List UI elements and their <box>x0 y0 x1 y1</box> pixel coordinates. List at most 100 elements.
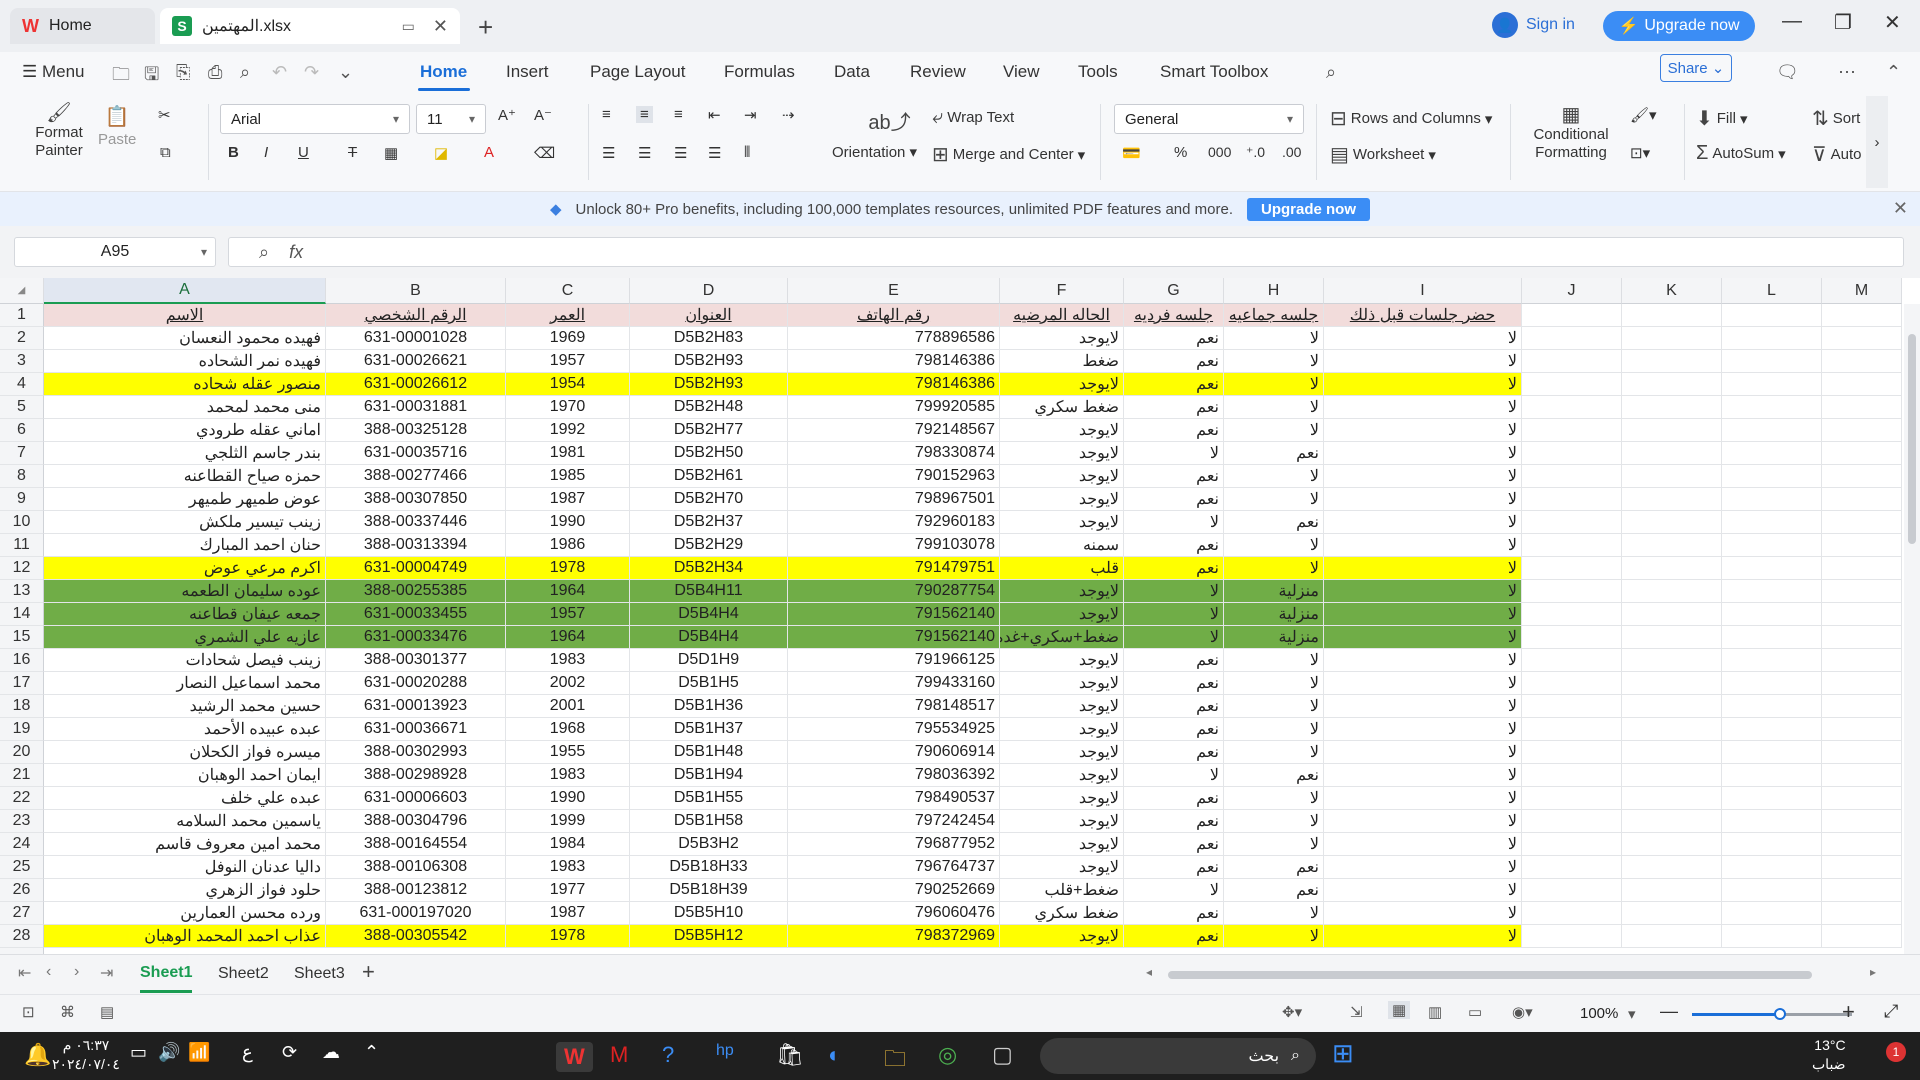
increase-indent-icon[interactable]: ⇥ <box>744 106 757 124</box>
cell[interactable] <box>1722 603 1822 626</box>
macro-icon[interactable]: ⌘ <box>60 1003 75 1021</box>
cell[interactable]: 790152963 <box>788 465 1000 488</box>
cell[interactable] <box>1522 649 1622 672</box>
row-header[interactable]: 13 <box>0 580 44 603</box>
cell[interactable]: 798967501 <box>788 488 1000 511</box>
myhp-icon[interactable]: hp <box>716 1042 734 1060</box>
cell[interactable] <box>1822 580 1902 603</box>
cell[interactable] <box>1722 557 1822 580</box>
ribbon-scroll-right-icon[interactable]: › <box>1866 96 1888 188</box>
font-color-icon[interactable]: A <box>484 144 494 161</box>
autosum-button[interactable]: Σ AutoSum ▾ <box>1696 142 1786 165</box>
cell[interactable]: نعم <box>1124 695 1224 718</box>
normal-view-icon[interactable]: ▦ <box>1388 1001 1411 1019</box>
menu-button[interactable]: ☰ Menu <box>22 62 85 82</box>
cell[interactable] <box>1522 672 1622 695</box>
row-header[interactable]: 1 <box>0 304 44 327</box>
cell[interactable]: 1964 <box>506 626 630 649</box>
zoom-slider[interactable] <box>1692 1008 1852 1020</box>
close-tab-icon[interactable]: ✕ <box>433 16 448 37</box>
cell[interactable]: ايمان احمد الوهبان <box>44 764 326 787</box>
cell[interactable]: 388-00255385 <box>326 580 506 603</box>
cell[interactable]: 798036392 <box>788 764 1000 787</box>
cell[interactable]: 388-00301377 <box>326 649 506 672</box>
cell[interactable] <box>1622 603 1722 626</box>
cell[interactable]: عبده علي خلف <box>44 787 326 810</box>
cell[interactable] <box>1622 327 1722 350</box>
cell[interactable]: لا <box>1224 833 1324 856</box>
cell[interactable]: 798146386 <box>788 350 1000 373</box>
cell[interactable] <box>1522 603 1622 626</box>
cell[interactable]: 798330874 <box>788 442 1000 465</box>
cell[interactable]: 1968 <box>506 718 630 741</box>
cell[interactable]: لايوجد <box>1000 327 1124 350</box>
cell[interactable]: D5B2H83 <box>630 327 788 350</box>
cell[interactable]: 1954 <box>506 373 630 396</box>
cell[interactable]: لايوجد <box>1000 925 1124 948</box>
cell[interactable]: نعم <box>1124 534 1224 557</box>
cell[interactable] <box>1822 534 1902 557</box>
cell[interactable] <box>1822 373 1902 396</box>
cell[interactable]: 388-00305542 <box>326 925 506 948</box>
row-header[interactable]: 20 <box>0 741 44 764</box>
wrap-text-button[interactable]: ⤶ Wrap Text <box>932 106 1014 129</box>
percent-icon[interactable]: % <box>1174 144 1187 161</box>
cell[interactable] <box>1822 442 1902 465</box>
cell[interactable]: نعم <box>1124 373 1224 396</box>
cell[interactable]: D5B18H39 <box>630 879 788 902</box>
cell[interactable]: نعم <box>1224 764 1324 787</box>
cell[interactable] <box>1522 902 1622 925</box>
cell[interactable] <box>1622 442 1722 465</box>
cell[interactable]: لايوجد <box>1000 442 1124 465</box>
cell[interactable]: نعم <box>1124 856 1224 879</box>
home-tab[interactable]: W Home <box>10 8 155 44</box>
cell[interactable]: لا <box>1324 925 1522 948</box>
cell[interactable]: لا <box>1324 810 1522 833</box>
cell[interactable] <box>1622 373 1722 396</box>
column-header-j[interactable]: J <box>1522 278 1622 304</box>
cell[interactable]: 791479751 <box>788 557 1000 580</box>
cell[interactable] <box>1822 902 1902 925</box>
eye-protection-icon[interactable]: ◉▾ <box>1512 1003 1533 1021</box>
column-header-b[interactable]: B <box>326 278 506 304</box>
share-button[interactable]: Share ⌄ <box>1660 54 1732 82</box>
mcafee-icon[interactable]: M <box>610 1042 628 1068</box>
edge-icon[interactable]: ◐ <box>828 1042 841 1068</box>
cell[interactable] <box>1522 534 1622 557</box>
cell[interactable]: لا <box>1324 833 1522 856</box>
sheet-tab-2[interactable]: Sheet2 <box>218 955 269 993</box>
cell[interactable] <box>1622 925 1722 948</box>
align-center-icon[interactable]: ☰ <box>638 144 651 162</box>
cell-mode-icon[interactable]: ⊡ <box>22 1003 35 1021</box>
cell[interactable] <box>1722 350 1822 373</box>
cell[interactable] <box>1522 350 1622 373</box>
cell[interactable]: فهيده محمود النعسان <box>44 327 326 350</box>
close-window-icon[interactable]: ✕ <box>1884 10 1901 35</box>
help-icon[interactable]: ? <box>662 1042 674 1068</box>
close-icon[interactable]: ✕ <box>1893 198 1908 219</box>
cell[interactable] <box>1522 810 1622 833</box>
cell[interactable]: 388-00325128 <box>326 419 506 442</box>
cell[interactable] <box>1722 741 1822 764</box>
cell[interactable]: سمنه <box>1000 534 1124 557</box>
cell[interactable]: لا <box>1224 396 1324 419</box>
cell-style-icon[interactable]: 🖌▾ <box>1630 106 1657 124</box>
cell[interactable] <box>1822 672 1902 695</box>
cell[interactable]: ميسره فواز الكحلان <box>44 741 326 764</box>
chevron-down-icon[interactable]: ▾ <box>201 245 207 259</box>
row-header[interactable]: 27 <box>0 902 44 925</box>
cell[interactable]: لا <box>1324 580 1522 603</box>
cell[interactable]: منزلية <box>1224 580 1324 603</box>
cell[interactable]: 2002 <box>506 672 630 695</box>
distributed-icon[interactable]: ⫴ <box>744 144 750 161</box>
cell[interactable] <box>1822 396 1902 419</box>
page-break-view-icon[interactable]: ▥ <box>1428 1003 1442 1021</box>
cell[interactable] <box>1722 718 1822 741</box>
worksheet-button[interactable]: ▤ Worksheet ▾ <box>1330 142 1436 167</box>
cell[interactable]: لا <box>1224 534 1324 557</box>
cell[interactable] <box>1522 856 1622 879</box>
merge-center-button[interactable]: ⊞ Merge and Center ▾ <box>932 142 1085 167</box>
cell[interactable]: 798146386 <box>788 373 1000 396</box>
decrease-font-icon[interactable]: A⁻ <box>534 106 552 124</box>
cell[interactable] <box>1522 327 1622 350</box>
